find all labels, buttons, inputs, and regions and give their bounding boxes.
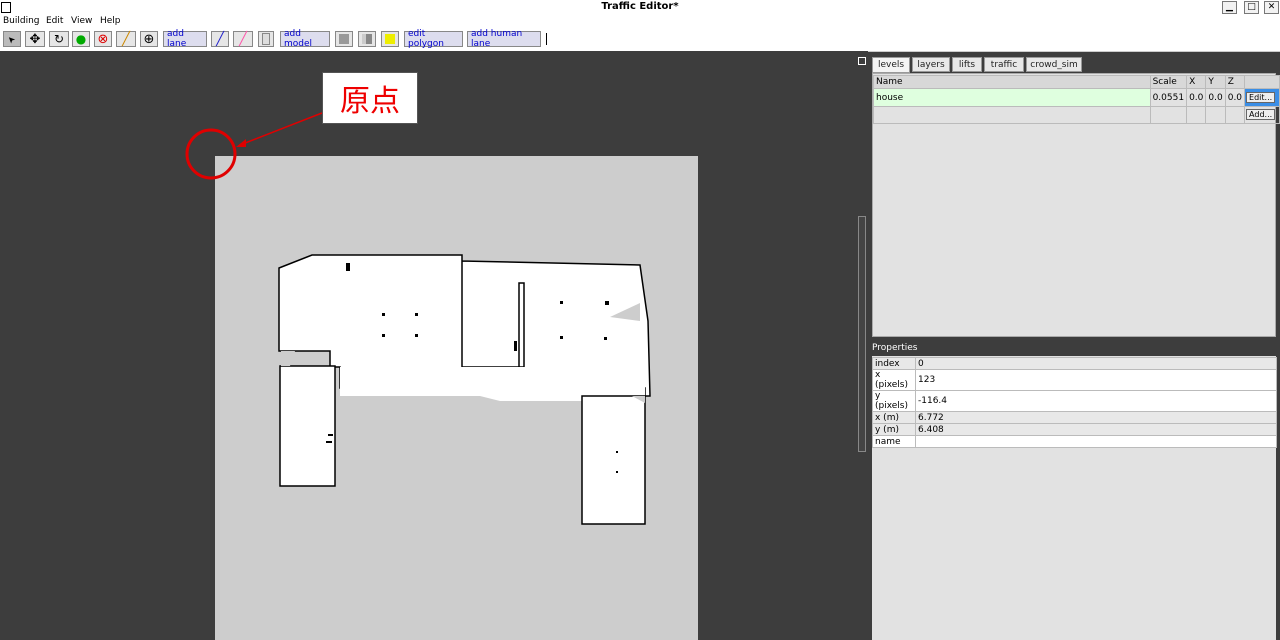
menu-bar: Building Edit View Help [0, 15, 1280, 29]
col-scale: Scale [1149, 75, 1188, 89]
tab-lifts[interactable]: lifts [952, 57, 982, 72]
tab-layers[interactable]: layers [912, 57, 950, 72]
prop-key: name [872, 435, 916, 448]
add-human-lane-button[interactable]: add human lane [467, 29, 541, 49]
map-canvas[interactable] [0, 51, 868, 640]
window-title: Traffic Editor* [601, 1, 679, 12]
level-scale: 0.0551 [1149, 88, 1188, 107]
origin-circle [185, 128, 237, 180]
levels-table: Name Scale X Y Z house 0.0551 0.0 0.0 0.… [873, 75, 1280, 124]
table-row[interactable]: house 0.0551 0.0 0.0 0.0 Edit... [873, 88, 1280, 107]
col-y: Y [1205, 75, 1226, 89]
table-row: Add... [873, 106, 1280, 124]
toolbar-separator [546, 33, 547, 45]
add-floor-icon[interactable]: ╱ [233, 31, 253, 47]
prop-key: x (m) [872, 411, 916, 424]
col-z: Z [1224, 75, 1246, 89]
prop-value: 0 [915, 357, 1277, 370]
level-name[interactable]: house [873, 88, 1151, 107]
add-roi-polygon-icon[interactable] [381, 31, 399, 47]
menu-edit[interactable]: Edit [46, 16, 63, 26]
properties-table: index 0 x (pixels) 123 y (pixels) -116.4 x … [872, 357, 1277, 448]
title-bar: Traffic Editor* ▁ □ ✕ [0, 0, 1280, 15]
annotation-arrow [239, 112, 323, 146]
map-drawing [185, 112, 698, 640]
rotate-icon[interactable]: ↻ [49, 31, 69, 47]
prop-key: y (pixels) [872, 390, 916, 412]
add-wall-icon[interactable]: ╱ [116, 31, 136, 47]
close-button[interactable]: ✕ [1264, 1, 1279, 14]
add-hole-polygon-icon[interactable] [358, 31, 376, 47]
col-name: Name [873, 75, 1151, 89]
prop-value: 6.408 [915, 423, 1277, 436]
toolbar: ➤ ✥ ↻ ● ⊗ ╱ ⊕ add lane ╱ ╱ add model edi… [0, 29, 1280, 52]
canvas-scrollbar[interactable] [858, 216, 866, 452]
tab-traffic[interactable]: traffic [984, 57, 1024, 72]
edit-level-button[interactable]: Edit... [1246, 91, 1276, 103]
add-floor-polygon-icon[interactable] [335, 31, 353, 47]
select-arrow-icon[interactable]: ➤ [3, 31, 21, 47]
prop-value: 6.772 [915, 411, 1277, 424]
origin-annotation-label: 原点 [322, 72, 418, 124]
col-x: X [1186, 75, 1207, 89]
delete-icon[interactable]: ⊗ [94, 31, 112, 47]
prop-key: index [872, 357, 916, 370]
add-level-button[interactable]: Add... [1246, 109, 1276, 120]
menu-view[interactable]: View [71, 16, 92, 26]
edit-polygon-button[interactable]: edit polygon [404, 29, 463, 49]
annotation-arrow-head [236, 139, 246, 147]
level-x: 0.0 [1186, 88, 1207, 107]
prop-value[interactable]: -116.4 [915, 390, 1277, 412]
add-vertex-icon[interactable]: ● [72, 31, 90, 47]
add-lane-button[interactable]: add lane [163, 29, 207, 49]
level-y: 0.0 [1205, 88, 1226, 107]
properties-title: Properties [872, 343, 918, 353]
tab-crowd-sim[interactable]: crowd_sim [1026, 57, 1082, 72]
tab-levels[interactable]: levels [872, 57, 910, 73]
add-door-icon[interactable]: ╱ [211, 31, 229, 47]
prop-value[interactable] [915, 435, 1277, 448]
prop-key: x (pixels) [872, 369, 916, 391]
add-fiducial-icon[interactable] [258, 31, 274, 47]
add-model-button[interactable]: add model [280, 29, 330, 49]
minimize-button[interactable]: ▁ [1222, 1, 1237, 14]
panel-float-button[interactable] [858, 57, 866, 65]
prop-value[interactable]: 123 [915, 369, 1277, 391]
move-icon[interactable]: ✥ [25, 31, 45, 47]
maximize-button[interactable]: □ [1244, 1, 1259, 14]
level-z: 0.0 [1224, 88, 1246, 107]
add-measurement-icon[interactable]: ⊕ [140, 31, 158, 47]
menu-help[interactable]: Help [100, 16, 121, 26]
col-actions [1244, 75, 1280, 89]
menu-building[interactable]: Building [3, 16, 40, 26]
prop-key: y (m) [872, 423, 916, 436]
